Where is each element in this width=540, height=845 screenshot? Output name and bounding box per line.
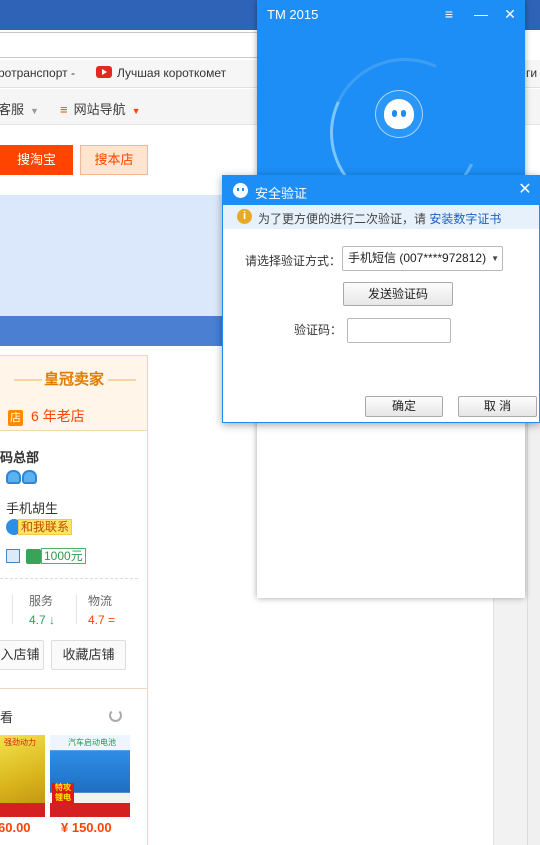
shop-name[interactable]: 码总部	[0, 447, 39, 466]
tm-logo-eye	[392, 110, 397, 117]
tm-minimize-icon[interactable]: —	[470, 4, 492, 24]
tm-header: TM 2015 ≡ — ✕	[257, 0, 525, 230]
product-strip	[50, 803, 130, 817]
menu-icon: ≡	[60, 102, 68, 117]
also-viewed-title: 看	[0, 710, 14, 725]
product-caption: 强劲动力	[4, 738, 36, 747]
deposit-icon	[26, 548, 41, 564]
divider	[76, 594, 77, 624]
dialog-title: 安全验证	[255, 186, 308, 201]
product-price: ¥ 150.00	[61, 820, 112, 835]
divider	[0, 578, 138, 579]
nav-label: 客服	[0, 102, 25, 117]
tm-avatar	[375, 90, 423, 138]
shop-owner: 手机胡生	[6, 501, 59, 516]
bookmark-label: Лучшая короткомет	[117, 66, 227, 80]
dialog-titlebar[interactable]: 安全验证 ✕	[223, 176, 539, 205]
search-store-button[interactable]: 搜本店	[80, 145, 148, 175]
product-thumbnail[interactable]: 汽车启动电池 特攻 锂电	[50, 735, 130, 817]
method-label: 请选择验证方式：	[245, 254, 342, 268]
send-code-button[interactable]: 发送验证码	[343, 282, 453, 306]
crown-icon	[22, 470, 37, 484]
close-icon[interactable]: ✕	[515, 180, 535, 200]
notice-text: 为了更方便的进行二次验证，请 安装数字证书	[258, 210, 501, 227]
product-strip	[0, 803, 45, 817]
product-caption: 汽车启动电池	[68, 738, 116, 747]
notice-message: 为了更方便的进行二次验证，请	[258, 212, 427, 226]
install-certificate-link[interactable]: 安装数字证书	[429, 212, 501, 226]
cancel-button[interactable]: 取 消	[458, 396, 537, 417]
bookmark-item-overflow[interactable]: ги	[526, 66, 537, 80]
tm-window-title: TM 2015	[267, 7, 319, 22]
store-age: 店 6 年老店	[8, 406, 85, 426]
bookmark-item[interactable]: Лучшая короткомет	[96, 66, 226, 80]
method-selected-value: 手机短信 (007****972812)	[348, 251, 487, 265]
nav-site-navigation[interactable]: ≡ 网站导航 ▼	[60, 99, 141, 118]
info-icon: i	[237, 209, 252, 224]
enter-shop-button[interactable]: 入店铺	[0, 640, 44, 670]
store-icon: 店	[8, 410, 23, 426]
rating-value: 4.7	[29, 613, 46, 627]
contact-seller-button[interactable]: 和我联系	[6, 519, 73, 537]
chevron-down-icon: ▼	[131, 106, 141, 116]
confirm-button[interactable]: 确定	[365, 396, 443, 417]
code-label: 验证码：	[294, 323, 343, 337]
tm-close-icon[interactable]: ✕	[499, 4, 521, 24]
address-bar[interactable]	[0, 32, 262, 58]
product-thumbnail[interactable]: 强劲动力	[0, 735, 45, 817]
crown-icon	[6, 470, 21, 484]
arrow-down-icon: ↓	[49, 613, 56, 627]
collect-shop-button[interactable]: 收藏店铺	[51, 640, 126, 670]
nav-label: 网站导航	[73, 102, 126, 117]
verification-method-select[interactable]: 手机短信 (007****972812) ▼	[342, 246, 503, 271]
search-taobao-button[interactable]: 搜淘宝	[0, 145, 73, 175]
divider	[0, 688, 148, 689]
chevron-down-icon: ▼	[30, 106, 39, 116]
tm-logo-icon	[233, 183, 248, 198]
bookmark-item[interactable]: ротранспорт -	[0, 66, 75, 80]
security-dialog: 安全验证 ✕ i 为了更方便的进行二次验证，请 安装数字证书 请选择验证方式： …	[222, 175, 540, 423]
refresh-icon[interactable]	[109, 709, 122, 722]
id-verified-icon[interactable]	[6, 549, 20, 563]
rating-label: 物流	[88, 594, 113, 608]
youtube-icon	[96, 66, 112, 78]
seller-level: —— 皇冠卖家 ——	[13, 371, 136, 388]
equal-icon: =	[108, 613, 116, 627]
product-price: 60.00	[0, 820, 31, 835]
dropdown-arrow-icon: ▼	[489, 247, 499, 270]
store-age-label: 6 年老店	[31, 408, 85, 424]
tm-menu-icon[interactable]: ≡	[438, 4, 460, 24]
rating-service: 服务 4.7 ↓	[29, 592, 55, 627]
dialog-notice: i 为了更方便的进行二次验证，请 安装数字证书	[223, 205, 539, 229]
rating-value: 4.7	[88, 613, 105, 627]
crown-rating	[6, 470, 38, 487]
seller-level-label: 皇冠卖家	[43, 371, 104, 388]
divider	[12, 594, 13, 624]
seller-badges: 1000元	[6, 548, 86, 564]
rating-logistics: 物流 4.7 =	[88, 592, 115, 627]
tm-logo-eye	[401, 110, 406, 117]
rating-label: 服务	[29, 594, 54, 608]
nav-customer-service[interactable]: 客服 ▼	[0, 99, 39, 118]
tm-logo-icon	[384, 99, 414, 129]
verification-code-input[interactable]	[347, 318, 451, 343]
deposit-amount[interactable]: 1000元	[41, 548, 86, 564]
contact-label: 和我联系	[18, 519, 73, 535]
product-tag: 特攻 锂电	[52, 783, 74, 805]
